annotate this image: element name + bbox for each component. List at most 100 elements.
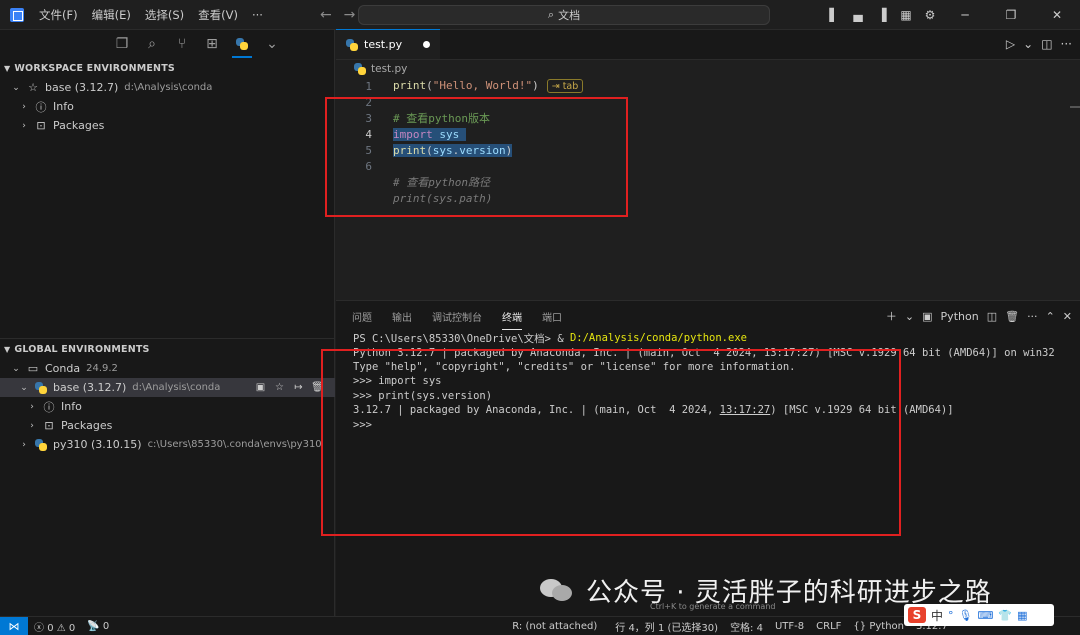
env-label: py310 (3.10.15) — [53, 438, 142, 451]
row-actions: ▣ ☆ ↦ 🗑 — [253, 380, 325, 395]
trash-icon[interactable]: 🗑 — [310, 380, 325, 395]
python-environments-icon[interactable] — [230, 32, 254, 58]
global-environments-header[interactable]: ▼ GLOBAL ENVIRONMENTS — [0, 339, 335, 359]
source-control-icon[interactable]: ⑂ — [170, 32, 194, 56]
restore-icon[interactable]: ❐ — [988, 0, 1034, 30]
maximize-panel-icon[interactable]: ⌃ — [1046, 310, 1055, 323]
code-editor[interactable]: 1 print("Hello, World!") ⇥ tab 2 3 # 查看py… — [336, 78, 1080, 206]
menu-more[interactable]: ··· — [245, 8, 270, 22]
line-number: 4 — [365, 127, 372, 141]
chevron-down-icon[interactable]: ⌄ — [260, 32, 284, 56]
global-env-packages[interactable]: › ⊡ Packages — [0, 416, 335, 435]
trash-icon[interactable]: 🗑 — [1005, 310, 1019, 323]
global-env-py310[interactable]: › py310 (3.10.15) c:\Users\85330\.conda\… — [0, 435, 335, 454]
set-env-arrow-icon[interactable]: ↦ — [291, 380, 306, 395]
punctuation-icon[interactable]: ° — [948, 609, 954, 622]
tab-terminal[interactable]: 终端 — [502, 309, 522, 330]
chevron-down-icon: ▼ — [4, 63, 11, 73]
language-label: Python — [869, 621, 904, 632]
star-icon[interactable]: ☆ — [272, 380, 287, 395]
error-count: 0 — [47, 622, 54, 634]
problems-status[interactable]: ⓧ 0 ⚠ 0 — [28, 619, 81, 634]
chevron-right-icon: › — [22, 101, 26, 112]
split-editor-icon[interactable]: ◫ — [1041, 37, 1052, 51]
new-terminal-icon[interactable]: ＋ — [886, 308, 897, 324]
gear-icon[interactable]: ⚙ — [919, 4, 941, 26]
workspace-env-base[interactable]: ⌄ ☆ base (3.12.7) d:\Analysis\conda — [0, 78, 334, 97]
forward-arrow-icon[interactable]: → — [344, 7, 356, 23]
tab-problems[interactable]: 问题 — [352, 309, 372, 324]
token: "Hello, World!" — [432, 79, 533, 92]
menu-file[interactable]: 文件(F) — [32, 7, 85, 23]
more-actions-icon[interactable]: ··· — [1061, 37, 1072, 51]
skin-icon[interactable]: 👕 — [998, 609, 1012, 622]
token: ( — [426, 79, 433, 92]
chevron-down-icon[interactable]: ⌄ — [1023, 37, 1033, 51]
section-title: GLOBAL ENVIRONMENTS — [14, 343, 150, 355]
token: import — [393, 127, 433, 141]
back-arrow-icon[interactable]: ← — [320, 7, 332, 23]
ime-mode[interactable]: 中 — [931, 607, 943, 624]
explorer-icon[interactable]: ❐ — [110, 32, 134, 56]
toggle-secondary-sidebar-icon[interactable]: ▐ — [871, 4, 893, 26]
terminal-output[interactable]: PS C:\Users\85330\OneDrive\文档> & D:/Anal… — [336, 331, 1080, 432]
run-icon[interactable]: ▷ — [1006, 37, 1015, 51]
code-line: 5 print(sys.version) — [336, 142, 1080, 158]
code-line: 6 — [336, 158, 1080, 174]
search-icon[interactable]: ⌕ — [140, 32, 164, 56]
ime-toolbar[interactable]: S 中 ° 🎙 ⌨ 👕 ▦ — [904, 604, 1054, 626]
env-label: base (3.12.7) — [53, 381, 127, 394]
tab-test-py[interactable]: test.py — [336, 29, 440, 59]
encoding-status[interactable]: UTF-8 — [769, 621, 810, 632]
toggle-panel-icon[interactable]: ▄ — [847, 4, 869, 26]
breadcrumb-file[interactable]: test.py — [371, 63, 407, 75]
tab-output[interactable]: 输出 — [392, 309, 412, 324]
token: print — [393, 79, 427, 92]
bottom-panel: 问题 输出 调试控制台 终端 端口 ＋ ⌄ ▣ Python ◫ 🗑 ··· ⌃… — [336, 300, 1080, 616]
terminal-profile-label[interactable]: Python — [941, 310, 979, 323]
r-status[interactable]: R: (not attached) — [506, 621, 603, 632]
terminal-link[interactable]: 13:17:27 — [720, 404, 771, 416]
workspace-environments-header[interactable]: ▼ WORKSPACE ENVIRONMENTS — [0, 58, 334, 78]
toggle-sidebar-icon[interactable]: ▌ — [823, 4, 845, 26]
eol-status[interactable]: CRLF — [810, 621, 847, 632]
title-bar: 文件(F) 编辑(E) 选择(S) 查看(V) ··· ← → ⌕ 文档 ▌ ▄… — [0, 0, 1080, 30]
workspace-env-info[interactable]: › ⓘ Info — [0, 97, 334, 116]
conda-group[interactable]: ⌄ ▭ Conda 24.9.2 — [0, 359, 335, 378]
tab-debug-console[interactable]: 调试控制台 — [432, 309, 482, 324]
microphone-icon[interactable]: 🎙 — [959, 609, 973, 622]
split-terminal-icon[interactable]: ◫ — [987, 310, 997, 323]
keyboard-icon[interactable]: ⌨ — [977, 609, 993, 622]
toolbox-icon[interactable]: ▦ — [1017, 609, 1027, 622]
indentation-status[interactable]: 空格: 4 — [724, 619, 769, 634]
language-status[interactable]: {} Python — [847, 621, 910, 632]
unsaved-dot-icon[interactable] — [423, 41, 430, 48]
ports-status[interactable]: 📡 0 — [81, 621, 115, 632]
command-center-search[interactable]: ⌕ 文档 — [358, 5, 770, 25]
breadcrumb[interactable]: test.py — [336, 60, 1080, 78]
python-file-icon — [354, 63, 366, 75]
more-actions-icon[interactable]: ··· — [1027, 310, 1038, 323]
cursor-position[interactable]: 行 4，列 1 (已选择30) — [609, 619, 724, 634]
remote-indicator-icon[interactable]: ⋈ — [0, 616, 28, 635]
close-icon[interactable]: ✕ — [1063, 310, 1072, 323]
menu-view[interactable]: 查看(V) — [191, 7, 245, 23]
global-env-info[interactable]: › ⓘ Info — [0, 397, 335, 416]
minimize-icon[interactable]: ─ — [942, 0, 988, 30]
watermark-text: 公众号 · 灵活胖子的科研进步之路 — [586, 577, 992, 608]
info-icon: ⓘ — [43, 400, 55, 414]
extensions-icon[interactable]: ⊞ — [200, 32, 224, 56]
global-env-base[interactable]: ⌄ base (3.12.7) d:\Analysis\conda ▣ ☆ ↦ … — [0, 378, 335, 397]
ghost-text: # 查看python路径 — [393, 176, 490, 189]
chevron-down-icon[interactable]: ⌄ — [905, 310, 914, 323]
layout-icon[interactable]: ▦ — [895, 4, 917, 26]
wechat-logo-icon — [540, 575, 576, 605]
menu-edit[interactable]: 编辑(E) — [85, 7, 138, 23]
workspace-env-packages[interactable]: › ⊡ Packages — [0, 116, 334, 135]
menu-selection[interactable]: 选择(S) — [138, 7, 191, 23]
tab-ports[interactable]: 端口 — [542, 309, 562, 324]
terminal-icon[interactable]: ▣ — [253, 380, 268, 395]
close-icon[interactable]: ✕ — [1034, 0, 1080, 30]
tab-completion-hint[interactable]: ⇥ tab — [546, 79, 584, 93]
python-logo-icon — [236, 38, 248, 50]
